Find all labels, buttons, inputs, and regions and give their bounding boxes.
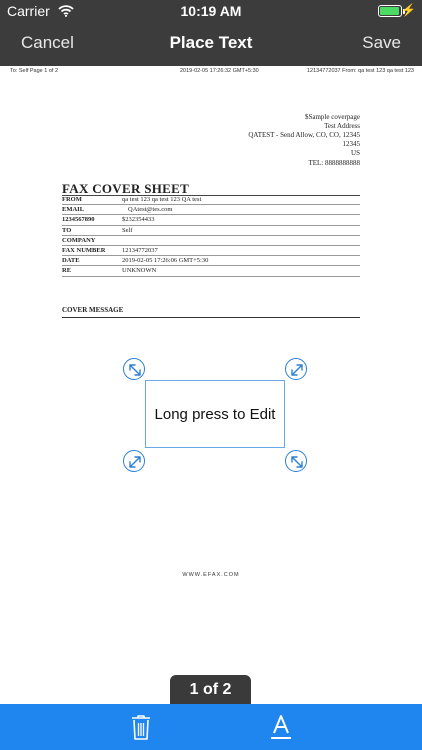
fax-transmission-header: To: Self Page 1 of 2 2019-02-05 17:26:32… [10,68,414,76]
field-label: RE [62,267,72,275]
page-title: Place Text [169,33,253,52]
resize-handle-top-right[interactable] [285,358,307,380]
fax-header-left: To: Self Page 1 of 2 [10,68,59,74]
field-label: DATE [62,257,80,265]
navigation-bar: Cancel Place Text Save [0,22,422,66]
field-value: Self [122,226,133,234]
divider [62,317,360,318]
text-format-icon[interactable] [269,713,293,746]
save-button[interactable]: Save [362,33,401,53]
field-value: QAtest@tes.com [128,206,173,214]
battery-icon [378,5,405,17]
field-value: 2019-02-05 17:26:06 GMT+5:30 [122,257,209,265]
sender-tel: TEL: 8888888888 [308,159,360,167]
field-value: 12134772037 [122,246,158,254]
trash-icon[interactable] [130,713,152,746]
field-row: COMPANY [62,236,360,246]
sender-line: QATEST - Send Allow, CO, CO, 12345 [248,131,360,139]
sender-line: US [351,149,360,157]
page-indicator: 1 of 2 [170,675,251,706]
status-time: 10:19 AM [180,3,242,19]
sender-line: $Sample coverpage [304,113,360,121]
resize-handle-bottom-left[interactable] [123,450,145,472]
cover-message-label: COVER MESSAGE [62,306,124,314]
field-row: EMAIL QAtest@tes.com [62,205,360,216]
resize-arrow-icon [129,456,141,468]
field-label: FROM [62,196,82,203]
cover-sheet-fields: FROM qa test 123 qa test 123 QA test EMAI… [62,195,360,277]
resize-arrow-icon [291,456,303,468]
field-row: DATE 2019-02-05 17:26:06 GMT+5:30 [62,256,360,267]
bottom-toolbar [0,704,422,750]
field-value: qa test 123 qa test 123 QA test [122,196,202,203]
placed-text-box[interactable]: Long press to Edit [145,380,285,448]
field-value: $232354433 [122,216,155,224]
fax-header-right: 12134772037 From: qa test 123 qa test 12… [306,68,414,74]
status-bar: Carrier 10:19 AM ⚡ [0,0,422,22]
field-row: FAX NUMBER 12134772037 [62,246,360,257]
resize-arrow-icon [129,364,141,376]
sender-line: 12345 [342,140,361,148]
resize-handle-top-left[interactable] [123,358,145,380]
field-row: 1234567890 $232354433 [62,215,360,226]
sender-line: Test Address [324,122,360,130]
field-row: RE UNKNOWN [62,266,360,277]
field-row: FROM qa test 123 qa test 123 QA test [62,195,360,206]
field-label: EMAIL [62,206,85,214]
resize-handle-bottom-right[interactable] [285,450,307,472]
field-value: UNKNOWN [122,267,157,275]
field-label: COMPANY [62,236,96,244]
fax-header-timestamp: 2019-02-05 17:26:32 GMT+5:30 [180,68,259,74]
field-label: FAX NUMBER [62,246,106,254]
field-label: 1234567890 [62,216,95,224]
field-row: TO Self [62,226,360,236]
document-footer: WWW.EFAX.COM [182,572,240,578]
sender-address-block: $Sample coverpage Test Address QATEST - … [248,113,360,158]
charging-icon: ⚡ [401,3,416,17]
field-label: TO [62,226,72,234]
resize-arrow-icon [291,364,303,376]
